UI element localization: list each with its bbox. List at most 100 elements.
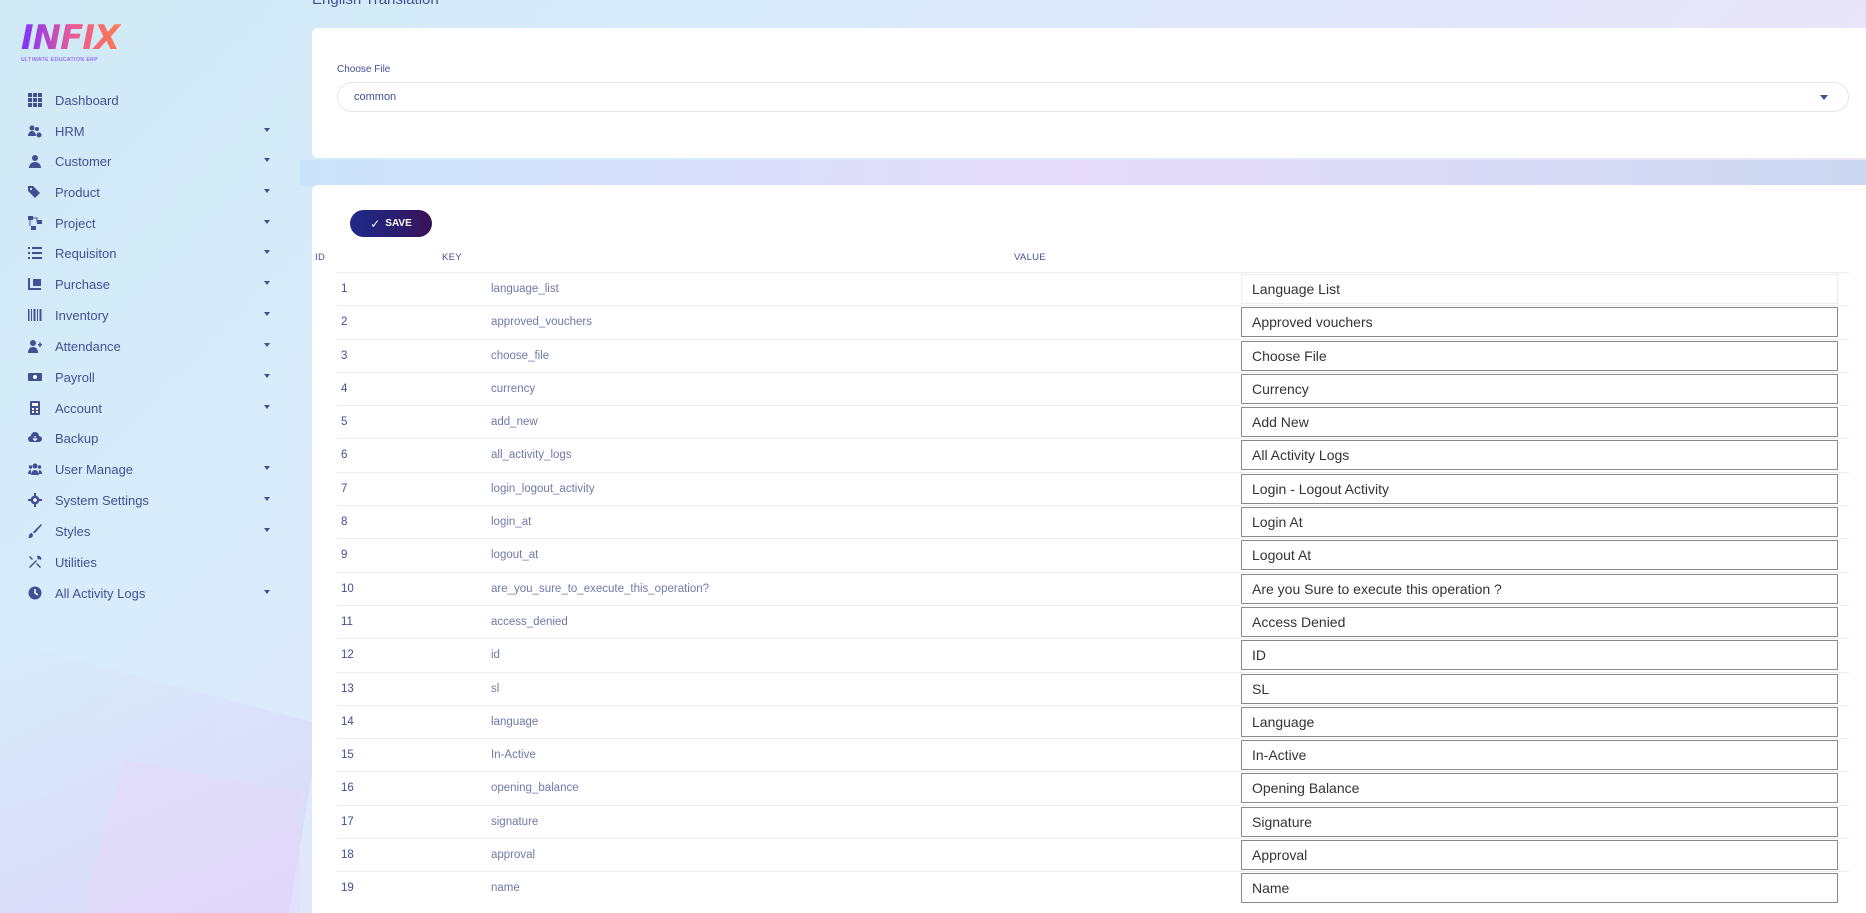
sidebar-item-label: Dashboard: [55, 92, 119, 108]
sidebar-item-account[interactable]: Account: [28, 393, 270, 423]
row-id: 13: [341, 682, 354, 695]
translation-value-input[interactable]: [1241, 773, 1838, 804]
sidebar-item-purchase[interactable]: Purchase: [28, 269, 270, 299]
row-key: language: [491, 715, 539, 728]
grid-icon: [28, 93, 42, 107]
sidebar-item-utilities[interactable]: Utilities: [28, 547, 270, 577]
translation-table-card: ✓ SAVE ID KEY VALUE 1 language_list 2 appro…: [312, 185, 1866, 913]
table-row: 1 language_list: [337, 272, 1849, 305]
file-select[interactable]: common: [337, 82, 1849, 112]
translation-value-input[interactable]: [1241, 606, 1838, 637]
caret-down-icon: [264, 590, 270, 594]
row-key: are_you_sure_to_execute_this_operation?: [491, 582, 710, 595]
translation-value-input[interactable]: [1241, 673, 1838, 704]
sidebar-item-label: Purchase: [55, 276, 110, 292]
translation-value-input[interactable]: [1241, 740, 1838, 771]
row-id: 8: [341, 516, 348, 529]
sidebar-item-customer[interactable]: Customer: [28, 146, 270, 176]
save-button[interactable]: ✓ SAVE: [350, 210, 432, 237]
sidebar-item-label: Attendance: [55, 338, 121, 354]
table-row: 12 id: [337, 638, 1849, 671]
sidebar-item-label: All Activity Logs: [55, 585, 146, 601]
table-row: 9 logout_at: [337, 538, 1849, 571]
translation-value-input[interactable]: [1241, 640, 1838, 671]
sidebar-item-product[interactable]: Product: [28, 177, 270, 207]
translation-value-input[interactable]: [1241, 840, 1838, 871]
row-key: In-Active: [491, 749, 536, 762]
translation-value-input[interactable]: [1241, 407, 1838, 438]
table-row: 7 login_logout_activity: [337, 471, 1849, 505]
translation-value-input[interactable]: [1241, 507, 1838, 538]
row-id: 5: [341, 416, 348, 429]
sidebar-item-label: System Settings: [55, 492, 149, 508]
row-key: access_denied: [491, 615, 568, 628]
caret-down-icon: [264, 158, 270, 162]
row-key: id: [491, 649, 500, 662]
users-icon: [28, 462, 42, 476]
sidebar-item-styles[interactable]: Styles: [28, 516, 270, 546]
list-icon: [28, 246, 42, 260]
dolly-icon: [28, 277, 42, 291]
sidebar-item-requisiton[interactable]: Requisiton: [28, 238, 270, 268]
sidebar-item-inventory[interactable]: Inventory: [28, 300, 270, 330]
row-key: add_new: [491, 416, 538, 429]
logo[interactable]: INFIX ULTIMATE EDUCATION ERP: [21, 20, 121, 64]
sidebar-item-label: Product: [55, 184, 100, 200]
table-row: 4 currency: [337, 371, 1849, 405]
sidebar-item-all-activity-logs[interactable]: All Activity Logs: [28, 578, 270, 608]
row-key: sl: [491, 682, 500, 695]
translation-value-input[interactable]: [1241, 873, 1838, 904]
users-cog-icon: [28, 124, 42, 138]
row-id: 6: [341, 449, 348, 462]
table-row: 5 add_new: [337, 405, 1849, 438]
row-id: 2: [341, 316, 348, 329]
sidebar-item-payroll[interactable]: Payroll: [28, 362, 270, 392]
row-id: 15: [341, 749, 354, 762]
table-row: 6 all_activity_logs: [337, 438, 1849, 471]
row-key: language_list: [491, 283, 559, 295]
caret-down-icon: [264, 220, 270, 224]
page-title: English Translation: [312, 0, 439, 8]
translation-value-input[interactable]: [1241, 573, 1838, 604]
sidebar-item-system-settings[interactable]: System Settings: [28, 485, 270, 515]
sidebar-item-project[interactable]: Project: [28, 208, 270, 238]
sidebar-item-user-manage[interactable]: User Manage: [28, 454, 270, 484]
caret-down-icon: [264, 128, 270, 132]
row-key: name: [491, 882, 520, 895]
sidebar-item-label: Account: [55, 400, 102, 416]
sidebar-item-attendance[interactable]: Attendance: [28, 331, 270, 361]
translation-value-input[interactable]: [1241, 473, 1838, 504]
row-id: 19: [341, 882, 354, 895]
gear-icon: [28, 493, 42, 507]
background-band: [300, 160, 1866, 186]
row-id: 4: [341, 382, 348, 395]
table-row: 15 In-Active: [337, 738, 1849, 771]
row-key: choose_file: [491, 349, 550, 362]
sidebar-item-backup[interactable]: Backup: [28, 423, 270, 453]
translation-value-input[interactable]: [1241, 274, 1838, 304]
id-column-header: ID: [315, 252, 326, 263]
row-id: 3: [341, 349, 348, 362]
user-tie-icon: [28, 154, 42, 168]
row-id: 17: [341, 815, 354, 828]
translation-value-input[interactable]: [1241, 307, 1838, 338]
table-row: 8 login_at: [337, 505, 1849, 538]
row-key: opening_balance: [491, 782, 579, 795]
sidebar-item-dashboard[interactable]: Dashboard: [28, 85, 270, 115]
translation-value-input[interactable]: [1241, 440, 1838, 471]
caret-down-icon: [264, 466, 270, 470]
row-id: 12: [341, 649, 354, 662]
translation-value-input[interactable]: [1241, 706, 1838, 737]
table-row: 2 approved_vouchers: [337, 305, 1849, 338]
row-id: 18: [341, 849, 354, 862]
sidebar-item-hrm[interactable]: HRM: [28, 116, 270, 146]
sidebar-item-label: Inventory: [55, 307, 109, 323]
caret-down-icon: [264, 528, 270, 532]
translation-value-input[interactable]: [1241, 373, 1838, 404]
choose-file-label: Choose File: [337, 64, 391, 75]
translation-value-input[interactable]: [1241, 540, 1838, 571]
caret-down-icon: [264, 497, 270, 501]
translation-value-input[interactable]: [1241, 806, 1838, 837]
translation-value-input[interactable]: [1241, 340, 1838, 371]
table-row: 10 are_you_sure_to_execute_this_operation…: [337, 571, 1849, 605]
